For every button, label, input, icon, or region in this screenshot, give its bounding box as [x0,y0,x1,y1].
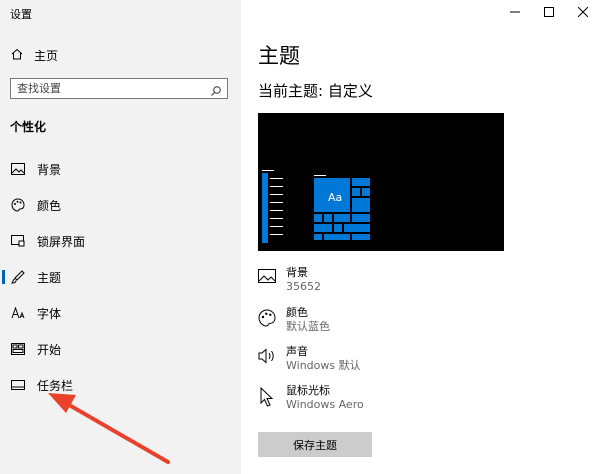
home-icon [10,47,24,64]
brush-icon [11,270,25,284]
sidebar-item-colors[interactable]: 颜色 [0,190,241,220]
sidebar-item-lock-screen[interactable]: 锁屏界面 [0,226,241,256]
minimize-button[interactable] [498,0,532,24]
preview-start-tiles [314,175,370,240]
search-input[interactable] [11,82,213,95]
sidebar-item-label: 主题 [37,270,62,285]
sidebar-item-label: 颜色 [37,198,62,213]
nav-home-label: 主页 [34,48,59,63]
maximize-button[interactable] [532,0,566,24]
taskbar-icon [11,378,25,392]
preview-start-list [262,170,286,243]
window-title: 设置 [10,8,32,21]
sidebar-item-taskbar[interactable]: 任务栏 [0,370,241,400]
sidebar-item-label: 背景 [37,162,62,177]
nav-home[interactable]: 主页 [10,45,58,65]
image-icon [258,266,276,302]
prop-name: 鼠标光标 [286,384,330,397]
save-theme-button[interactable]: 保存主题 [258,432,372,457]
main-panel: 主题 当前主题: 自定义 Aa 背景 35652 颜色 默认蓝色 声音 Wind… [241,0,600,474]
section-heading: 个性化 [10,120,47,134]
sidebar-item-label: 开始 [37,342,62,357]
sidebar-item-themes[interactable]: 主题 [0,262,241,292]
prop-value: 默认蓝色 [286,320,330,333]
search-box[interactable] [10,78,228,99]
prop-mouse-cursor[interactable]: 鼠标光标 Windows Aero [258,384,364,420]
sidebar-item-label: 字体 [37,306,62,321]
prop-name: 颜色 [286,306,308,319]
prop-sounds[interactable]: 声音 Windows 默认 [258,345,361,381]
search-icon[interactable] [210,82,222,101]
prop-value: 35652 [286,280,321,293]
theme-preview: Aa [258,113,504,251]
preview-tile-text: Aa [328,191,343,204]
palette-icon [258,306,276,342]
sidebar-item-fonts[interactable]: 字体 [0,298,241,328]
current-theme-label: 当前主题: 自定义 [258,82,373,100]
sidebar: 设置 主页 个性化 背景 颜色 锁屏界面 主题 [0,0,241,474]
lock-screen-icon [11,234,25,248]
font-icon [11,306,25,320]
sidebar-item-label: 任务栏 [37,378,74,393]
close-button[interactable] [566,0,600,24]
window-controls [498,0,600,24]
prop-background[interactable]: 背景 35652 [258,266,321,302]
page-title: 主题 [258,44,300,68]
sidebar-item-start[interactable]: 开始 [0,334,241,364]
prop-name: 声音 [286,345,308,358]
prop-value: Windows Aero [286,398,364,411]
start-menu-icon [11,342,25,356]
cursor-icon [258,384,276,420]
prop-name: 背景 [286,266,308,279]
speaker-icon [258,345,276,381]
palette-icon [11,198,25,212]
sidebar-item-background[interactable]: 背景 [0,154,241,184]
sidebar-item-label: 锁屏界面 [37,234,86,249]
prop-value: Windows 默认 [286,359,361,372]
image-icon [11,162,25,176]
prop-colors[interactable]: 颜色 默认蓝色 [258,306,330,342]
